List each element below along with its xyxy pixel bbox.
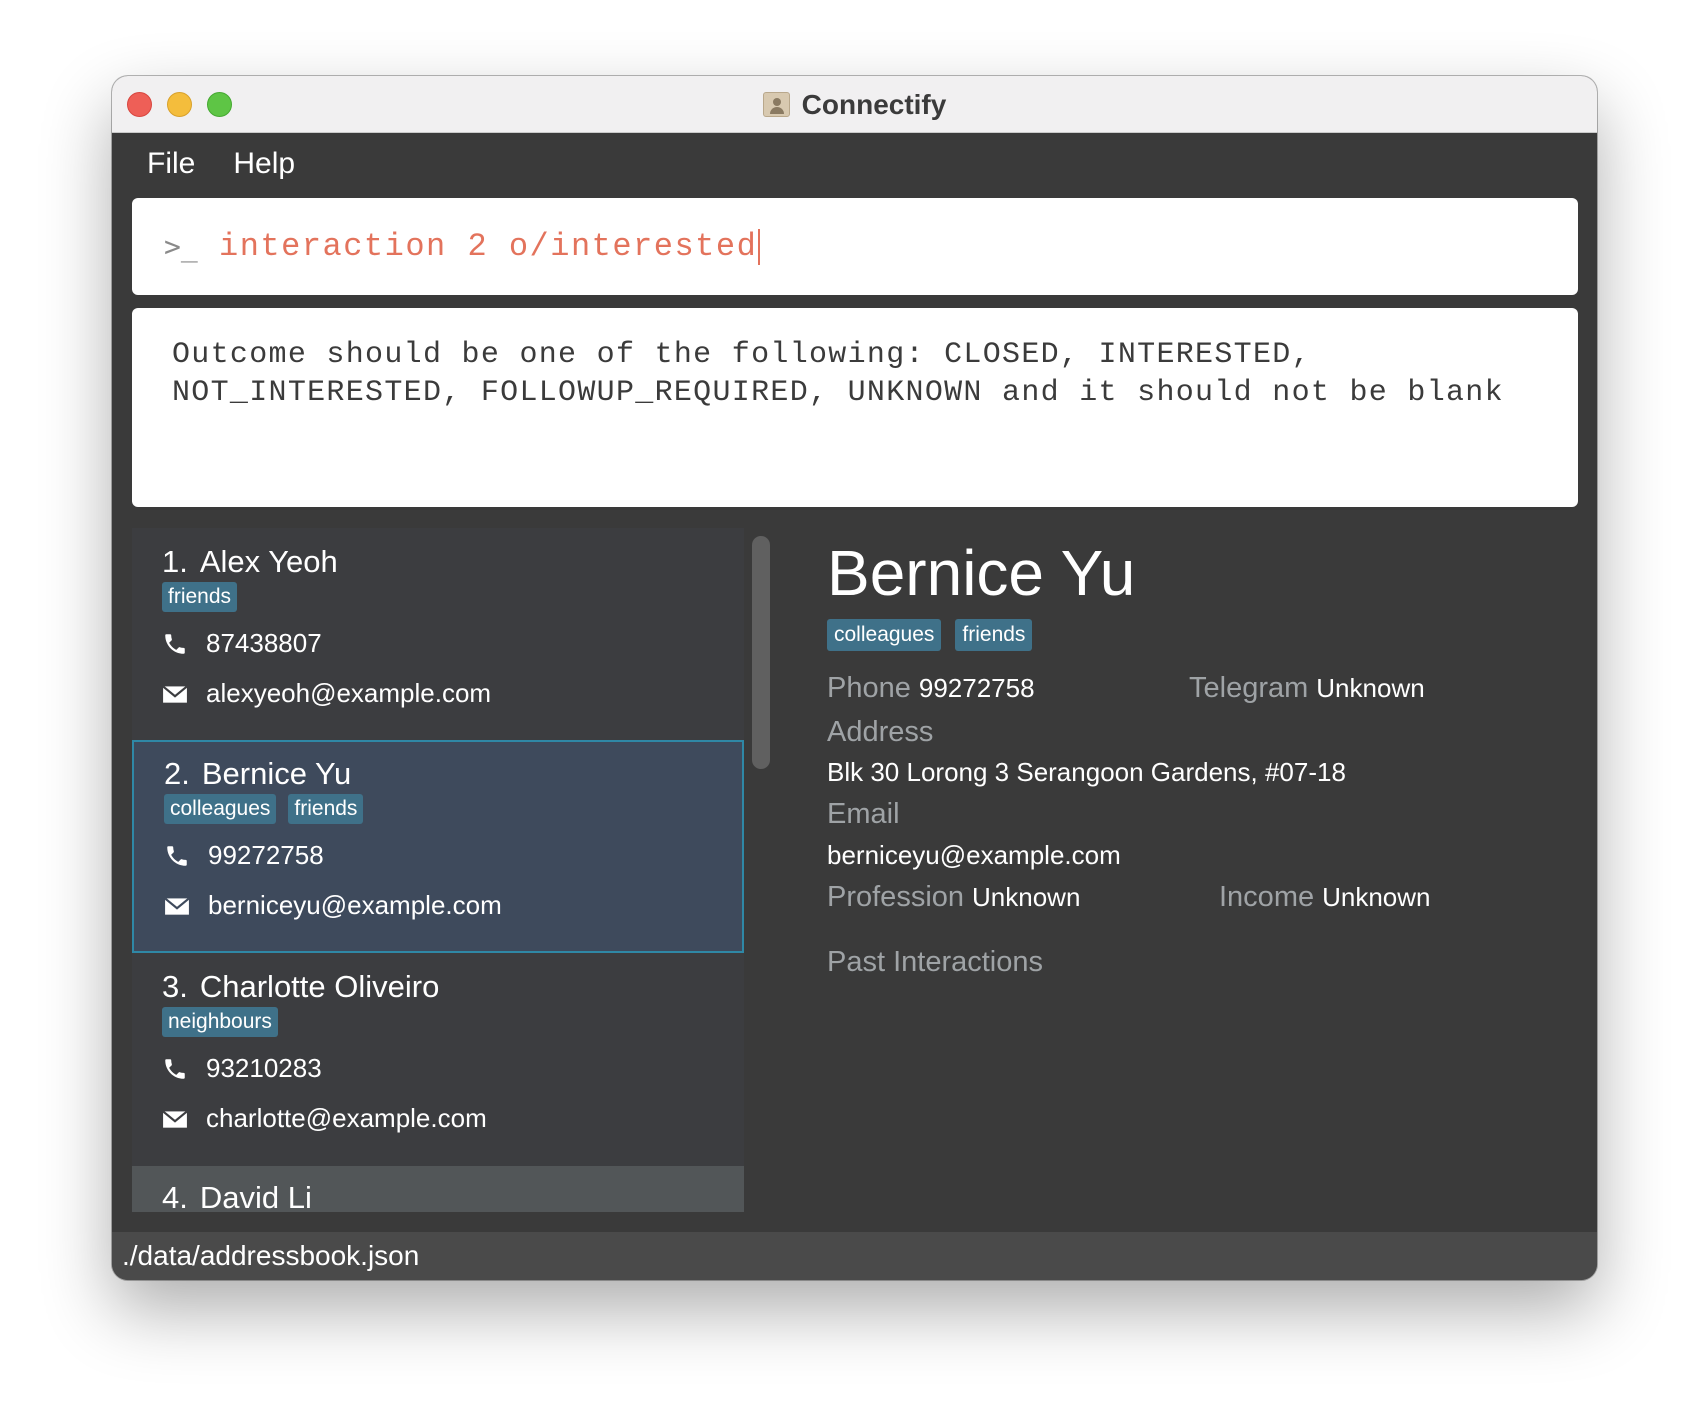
person-name: 4. David Li: [162, 1180, 312, 1212]
person-name-text: Alex Yeoh: [199, 544, 338, 579]
email-value: berniceyu@example.com: [827, 840, 1121, 870]
command-input[interactable]: interaction 2 o/interested: [219, 228, 757, 265]
phone-number: 99272758: [208, 840, 324, 870]
tag: friends: [288, 794, 364, 824]
status-bar: ./data/addressbook.json: [112, 1232, 1597, 1280]
menu-help[interactable]: Help: [233, 147, 295, 181]
person-card-david-li[interactable]: 4. David Li: [132, 1166, 744, 1212]
person-index: 1.: [162, 544, 188, 579]
phone-row: 99272758: [164, 840, 324, 871]
phone-icon: [165, 1058, 185, 1079]
save-file-path: ./data/addressbook.json: [122, 1240, 420, 1271]
income-label: Income: [1219, 881, 1315, 913]
text-cursor: [758, 228, 761, 265]
person-list[interactable]: 1. Alex Yeoh friends 87438807 alexyeoh@ex…: [132, 528, 744, 1212]
detail-telegram: Telegram Unknown: [1189, 672, 1425, 705]
person-name-text: Bernice Yu: [201, 756, 352, 791]
phone-row: 93210283: [162, 1053, 322, 1084]
phone-icon: [167, 845, 187, 866]
email-address: berniceyu@example.com: [208, 890, 502, 920]
person-name: 1. Alex Yeoh: [162, 544, 338, 580]
menu-file[interactable]: File: [147, 147, 195, 181]
detail-phone: Phone 99272758: [827, 672, 1035, 705]
person-detail-panel: Bernice Yu colleagues friends Phone 99272…: [827, 536, 1567, 1216]
past-interactions-label: Past Interactions: [827, 946, 1043, 978]
person-card-alex-yeoh[interactable]: 1. Alex Yeoh friends 87438807 alexyeoh@ex…: [132, 528, 744, 741]
person-card-charlotte-oliveiro[interactable]: 3. Charlotte Oliveiro neighbours 93210283…: [132, 953, 744, 1166]
address-label: Address: [827, 716, 934, 748]
tag-list: friends: [162, 582, 238, 612]
address-book-icon: [762, 92, 790, 117]
result-message: Outcome should be one of the following: …: [172, 338, 1504, 410]
detail-name: Bernice Yu: [827, 537, 1136, 609]
email-label: Email: [827, 798, 900, 830]
income-value: Unknown: [1322, 882, 1431, 912]
profession-label: Profession: [827, 881, 965, 913]
person-index: 2.: [164, 756, 190, 791]
person-index: 4.: [162, 1180, 188, 1212]
person-index: 3.: [162, 969, 188, 1004]
phone-label: Phone: [827, 672, 911, 704]
phone-row: 87438807: [162, 628, 322, 659]
email-row: alexyeoh@example.com: [162, 678, 491, 709]
telegram-value: Unknown: [1316, 673, 1425, 703]
phone-number: 93210283: [206, 1053, 322, 1083]
mail-icon: [162, 685, 188, 703]
title-bar: Connectify: [112, 76, 1597, 133]
person-name-text: David Li: [199, 1180, 312, 1212]
mail-icon: [162, 1110, 188, 1128]
phone-value: 99272758: [918, 673, 1035, 703]
email-row: berniceyu@example.com: [164, 890, 502, 921]
window-title: Connectify: [801, 88, 947, 120]
tag: friends: [162, 582, 238, 612]
person-name-text: Charlotte Oliveiro: [199, 969, 440, 1004]
result-display: Outcome should be one of the following: …: [132, 308, 1578, 507]
person-card-bernice-yu[interactable]: 2. Bernice Yu colleagues friends 99272758…: [132, 740, 744, 953]
email-address: alexyeoh@example.com: [206, 678, 492, 708]
list-scrollbar[interactable]: [752, 536, 770, 769]
menu-bar: File Help: [112, 133, 1597, 195]
address-value: Blk 30 Lorong 3 Serangoon Gardens, #07-1…: [827, 757, 1346, 787]
profession-value: Unknown: [972, 882, 1081, 912]
email-row: charlotte@example.com: [162, 1103, 487, 1134]
email-address: charlotte@example.com: [206, 1103, 487, 1133]
detail-income: Income Unknown: [1219, 881, 1431, 914]
tag: friends: [955, 619, 1033, 651]
tag-list: colleagues friends: [164, 794, 364, 824]
tag-list: neighbours: [162, 1007, 278, 1037]
app-window: Connectify File Help >_ interaction 2 o/…: [112, 76, 1597, 1280]
tag: colleagues: [827, 619, 942, 651]
phone-number: 87438807: [206, 628, 322, 658]
terminal-prompt-icon: >_: [164, 230, 198, 263]
detail-profession: Profession Unknown: [827, 881, 1080, 914]
telegram-label: Telegram: [1189, 672, 1309, 704]
phone-icon: [165, 633, 185, 654]
tag: colleagues: [164, 794, 277, 824]
mail-icon: [164, 897, 190, 915]
detail-tag-list: colleagues friends: [827, 619, 1033, 651]
tag: neighbours: [162, 1007, 278, 1037]
command-box[interactable]: >_ interaction 2 o/interested: [132, 198, 1578, 295]
person-name: 2. Bernice Yu: [164, 756, 351, 792]
person-name: 3. Charlotte Oliveiro: [162, 969, 439, 1005]
